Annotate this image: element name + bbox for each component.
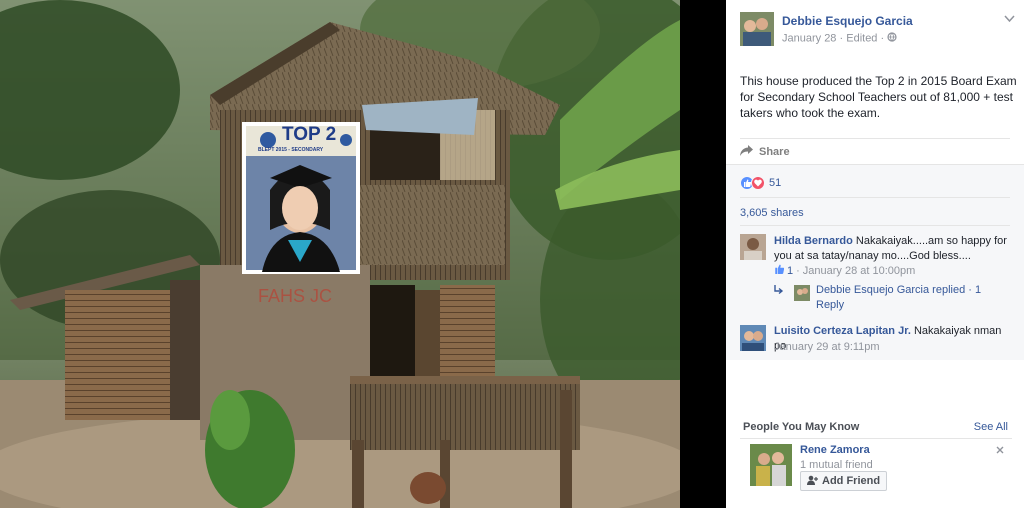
suggested-friend-avatar[interactable] bbox=[750, 444, 792, 486]
photo-viewer-gutter bbox=[680, 0, 726, 508]
like-icon bbox=[774, 264, 785, 277]
post-meta: January 28 · Edited · bbox=[782, 32, 897, 45]
commenter-avatar[interactable] bbox=[740, 325, 766, 351]
post-side-panel: Debbie Esquejo Garcia January 28 · Edite… bbox=[726, 0, 1024, 508]
add-friend-button[interactable]: Add Friend bbox=[800, 471, 888, 491]
share-button[interactable]: Share bbox=[740, 145, 790, 159]
author-avatar-image bbox=[740, 12, 774, 46]
author-avatar[interactable] bbox=[740, 12, 774, 46]
post-photo[interactable]: FAHS JC TOP 2 BLEPT 2015 - SECONDARY bbox=[0, 0, 680, 508]
divider bbox=[740, 438, 1012, 439]
reply-summary[interactable]: Debbie Esquejo Garcia replied · 1 Reply bbox=[816, 283, 1006, 313]
suggested-friend-name[interactable]: Rene Zamora bbox=[800, 444, 870, 456]
reactions-summary[interactable]: 51 bbox=[740, 175, 781, 191]
add-friend-label: Add Friend bbox=[822, 475, 881, 487]
divider bbox=[740, 138, 1010, 139]
banner-subtitle: BLEPT 2015 - SECONDARY bbox=[258, 147, 324, 153]
feedback-section: 51 3,605 shares Hilda Bernardo Nakakaiya… bbox=[726, 164, 1024, 360]
commenter-name[interactable]: Luisito Certeza Lapitan Jr. bbox=[774, 325, 911, 337]
divider bbox=[740, 225, 1010, 226]
pymk-title: People You May Know bbox=[743, 421, 860, 433]
commenter-name[interactable]: Hilda Bernardo bbox=[774, 235, 853, 247]
post-text: This house produced the Top 2 in 2015 Bo… bbox=[740, 74, 1017, 120]
comment-meta: January 29 at 9:11pm bbox=[774, 341, 880, 353]
add-friend-icon bbox=[807, 475, 818, 488]
reply-arrow-icon bbox=[774, 285, 784, 300]
svg-text:FAHS JC: FAHS JC bbox=[258, 286, 332, 306]
meta-separator: · bbox=[796, 264, 800, 277]
replies-link[interactable]: Debbie Esquejo Garcia replied · 1 Reply bbox=[774, 283, 1014, 317]
replier-avatar bbox=[794, 285, 810, 301]
commenter-avatar[interactable] bbox=[740, 234, 766, 260]
globe-icon[interactable] bbox=[887, 32, 897, 45]
comment-body: Hilda Bernardo Nakakaiyak.....am so happ… bbox=[774, 234, 1010, 264]
edited-label[interactable]: Edited bbox=[846, 32, 877, 44]
share-icon bbox=[740, 145, 753, 159]
mutual-friends[interactable]: 1 mutual friend bbox=[800, 459, 873, 471]
comment-time[interactable]: January 29 at 9:11pm bbox=[774, 341, 880, 353]
reactions-count[interactable]: 51 bbox=[769, 177, 781, 189]
post-header: Debbie Esquejo Garcia January 28 · Edite… bbox=[740, 12, 1016, 46]
close-icon[interactable] bbox=[996, 445, 1004, 457]
people-you-may-know: People You May Know See All Rene Zamora … bbox=[726, 408, 1024, 508]
author-name[interactable]: Debbie Esquejo Garcia bbox=[782, 14, 913, 28]
divider bbox=[740, 197, 1010, 198]
love-icon bbox=[751, 176, 765, 190]
shares-count[interactable]: 3,605 shares bbox=[740, 207, 804, 219]
chevron-down-icon[interactable] bbox=[1004, 14, 1016, 26]
comment-like-count[interactable]: 1 bbox=[787, 265, 793, 277]
post-date[interactable]: January 28 bbox=[782, 32, 836, 44]
comment-meta: 1 · January 28 at 10:00pm bbox=[774, 264, 915, 277]
banner-title: TOP 2 bbox=[282, 124, 337, 145]
share-label: Share bbox=[759, 146, 790, 158]
comment-time[interactable]: January 28 at 10:00pm bbox=[803, 265, 916, 277]
meta-separator: · bbox=[880, 32, 888, 45]
see-all-link[interactable]: See All bbox=[974, 421, 1008, 433]
house-photo: FAHS JC bbox=[0, 0, 680, 508]
